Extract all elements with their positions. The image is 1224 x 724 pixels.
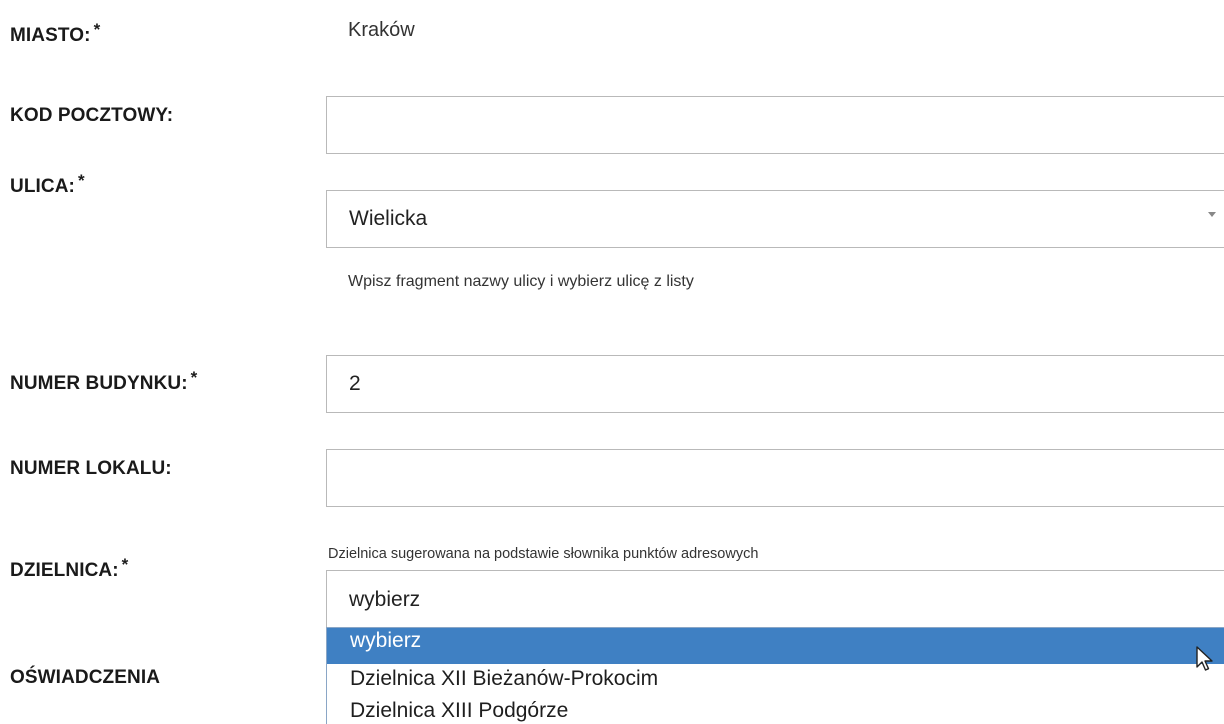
district-option-podgorze[interactable]: Dzielnica XIII Podgórze (327, 696, 1224, 724)
district-hint: Dzielnica sugerowana na podstawie słowni… (328, 546, 759, 562)
postal-code-input[interactable] (326, 96, 1224, 154)
street-select[interactable]: Wielicka (326, 190, 1224, 248)
building-number-label-text: NUMER BUDYNKU: (10, 373, 188, 394)
district-select[interactable]: wybierz (326, 570, 1224, 628)
street-hint: Wpisz fragment nazwy ulicy i wybierz uli… (348, 273, 694, 290)
declarations-heading-text: OŚWIADCZENIA (10, 667, 161, 688)
building-number-input[interactable] (326, 355, 1224, 413)
declarations-heading: OŚWIADCZENIA (10, 667, 160, 689)
city-label-text: MIASTO: (10, 25, 91, 46)
building-number-label: NUMER BUDYNKU: * (10, 368, 197, 395)
required-mark: * (121, 555, 129, 574)
postal-code-label-text: KOD POCZTOWY: (10, 105, 174, 126)
required-mark: * (190, 368, 198, 387)
city-label: MIASTO: * (10, 20, 100, 47)
street-select-value: Wielicka (349, 207, 428, 230)
caret-down-icon (1208, 212, 1216, 217)
district-options-list: wybierz Dzielnica XII Bieżanów-Prokocim … (326, 627, 1224, 724)
street-label: ULICA: * (10, 171, 85, 198)
apartment-number-label-text: NUMER LOKALU: (10, 458, 172, 479)
apartment-number-input[interactable] (326, 449, 1224, 507)
required-mark: * (77, 171, 85, 190)
mouse-pointer-icon (1196, 646, 1213, 671)
address-form: MIASTO: * Kraków KOD POCZTOWY: ULICA: * Wi… (0, 0, 1224, 724)
district-select-value: wybierz (349, 587, 421, 611)
district-option-wybierz[interactable]: wybierz (327, 628, 1224, 664)
street-label-text: ULICA: (10, 176, 75, 197)
district-label: DZIELNICA: * (10, 555, 128, 582)
city-value: Kraków (348, 19, 415, 41)
required-mark: * (93, 20, 101, 39)
district-label-text: DZIELNICA: (10, 560, 119, 581)
postal-code-label: KOD POCZTOWY: (10, 105, 173, 127)
district-option-biezanow-prokocim[interactable]: Dzielnica XII Bieżanów-Prokocim (327, 664, 1224, 696)
apartment-number-label: NUMER LOKALU: (10, 458, 172, 480)
